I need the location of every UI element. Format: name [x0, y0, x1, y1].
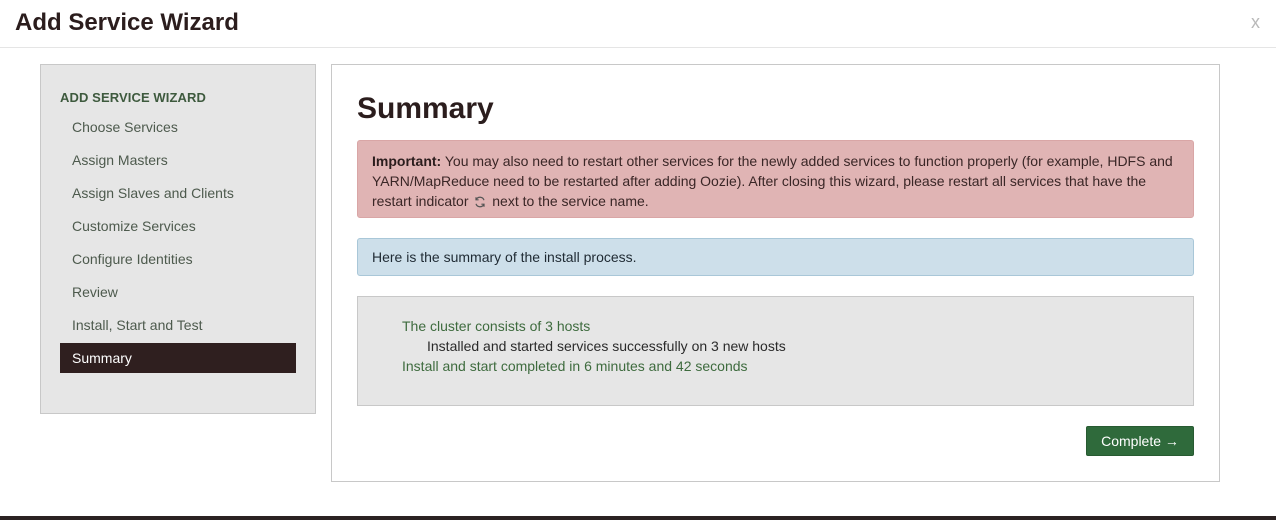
refresh-icon — [474, 193, 486, 213]
sidebar-item-choose-services[interactable]: Choose Services — [60, 110, 296, 143]
summary-install-line: Installed and started services successfu… — [427, 338, 786, 354]
important-label: Important: — [372, 153, 442, 169]
complete-button[interactable]: Complete → — [1086, 426, 1194, 456]
wizard-sidebar: ADD SERVICE WIZARD Choose Services Assig… — [40, 64, 316, 414]
summary-box: The cluster consists of 3 hosts Installe… — [357, 296, 1194, 406]
important-alert: Important: You may also need to restart … — [357, 140, 1194, 218]
wizard-steps-list: Choose Services Assign Masters Assign Sl… — [60, 110, 296, 373]
sidebar-item-customize-services[interactable]: Customize Services — [60, 209, 296, 242]
summary-hosts-line: The cluster consists of 3 hosts — [402, 318, 591, 334]
sidebar-item-assign-masters[interactable]: Assign Masters — [60, 143, 296, 176]
sidebar-item-install-start-test[interactable]: Install, Start and Test — [60, 308, 296, 341]
sidebar-item-review[interactable]: Review — [60, 275, 296, 308]
close-button[interactable]: x — [1251, 12, 1260, 33]
info-alert: Here is the summary of the install proce… — [357, 238, 1194, 276]
summary-duration-line: Install and start completed in 6 minutes… — [402, 358, 748, 374]
modal-header: Add Service Wizard x — [0, 0, 1276, 48]
important-text-end: next to the service name. — [492, 193, 649, 209]
modal-title: Add Service Wizard — [15, 9, 239, 36]
page-title: Summary — [357, 92, 494, 125]
wizard-content: Summary Important: You may also need to … — [331, 64, 1220, 482]
sidebar-heading: ADD SERVICE WIZARD — [60, 90, 207, 105]
sidebar-item-configure-identities[interactable]: Configure Identities — [60, 242, 296, 275]
bottom-bar — [0, 516, 1276, 520]
sidebar-item-assign-slaves-and-clients[interactable]: Assign Slaves and Clients — [60, 176, 296, 209]
sidebar-item-summary[interactable]: Summary — [60, 343, 296, 373]
